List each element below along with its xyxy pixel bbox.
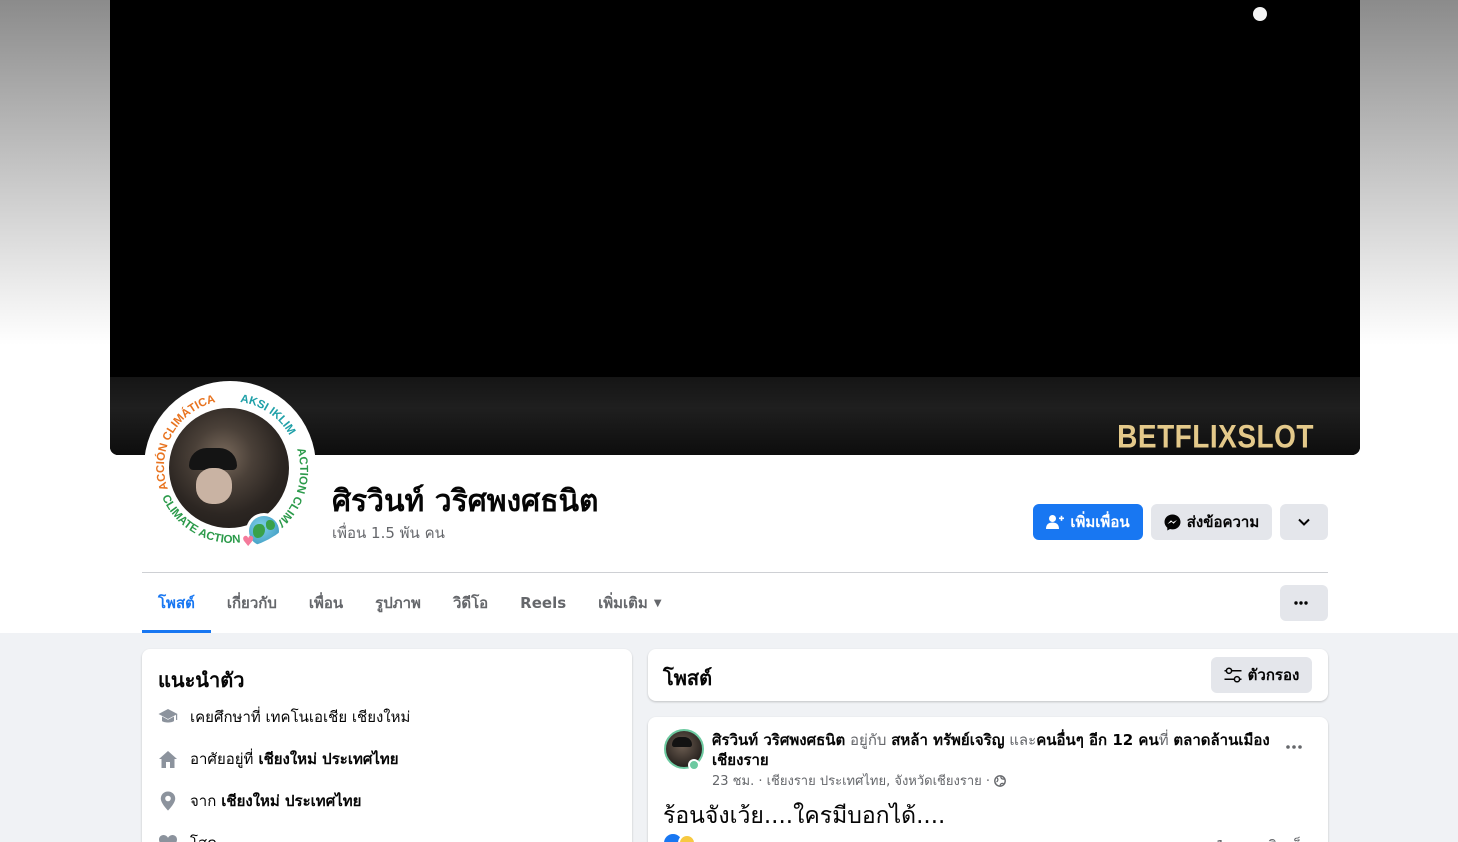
tab-photos[interactable]: รูปภาพ	[359, 573, 437, 633]
post-meta: 23 ชม. · เชียงราย ประเทศไทย, จังหวัดเชีย…	[712, 770, 1006, 791]
message-button[interactable]: ส่งข้อความ	[1151, 504, 1272, 540]
more-dots-icon	[1294, 601, 1308, 605]
intro-lives-prefix: อาศัยอยู่ที่	[190, 750, 254, 768]
intro-title: แนะนำตัว	[158, 668, 245, 692]
posts-header-card: โพสต์ ตัวกรอง	[648, 649, 1328, 701]
post-at-word: ที่	[1158, 731, 1169, 749]
message-label: ส่งข้อความ	[1186, 514, 1260, 531]
tab-reels[interactable]: Reels	[504, 573, 582, 633]
tab-photos-label: รูปภาพ	[375, 594, 421, 612]
post-options-button[interactable]	[1278, 735, 1310, 759]
home-icon	[158, 749, 178, 769]
intro-relationship-row: โสด	[158, 831, 217, 842]
profile-header: BETFLIXSLOT ACCIÓN CLIMÁTICA AKSI IKLIM …	[0, 0, 1458, 633]
avatar-frame-badge	[688, 759, 700, 771]
intro-lives-row: อาศัยอยู่ที่ เชียงใหม่ ประเทศไทย	[158, 747, 399, 771]
filter-label: ตัวกรอง	[1247, 666, 1300, 684]
tab-more[interactable]: เพิ่มเติม ▼	[582, 573, 677, 633]
tab-about[interactable]: เกี่ยวกับ	[211, 573, 293, 633]
haha-reaction-icon	[678, 834, 696, 842]
chevron-down-icon	[1298, 518, 1310, 526]
add-friend-icon	[1046, 515, 1065, 529]
tab-videos-label: วิดีโอ	[452, 594, 489, 612]
avatar-photo	[169, 408, 289, 528]
frame-heart-icon: ♥	[242, 534, 255, 549]
globe-icon	[994, 774, 1006, 787]
tab-reels-label: Reels	[520, 594, 567, 612]
tabs-more-options-button[interactable]	[1280, 585, 1328, 621]
post-card: ศิรวินท์ วริศพงศธนิต อยู่กับ สหล้า ทรัพย…	[648, 717, 1328, 842]
avatar-face	[196, 468, 232, 504]
friends-count[interactable]: เพื่อน 1.5 พัน คน	[332, 521, 445, 545]
post-meta-text[interactable]: 23 ชม. · เชียงราย ประเทศไทย, จังหวัดเชีย…	[712, 770, 990, 791]
tab-posts[interactable]: โพสต์	[142, 573, 211, 633]
post-reactions[interactable]	[664, 834, 696, 842]
post-others-link[interactable]: คนอื่นๆ อีก 12 คน	[1036, 731, 1159, 749]
post-with-word: อยู่กับ	[850, 731, 887, 749]
post-comment-count[interactable]: 1 ความคิดเห็น	[1216, 834, 1312, 842]
add-friend-label: เพิ่มเพื่อน	[1070, 514, 1130, 531]
avatar-frame: ACCIÓN CLIMÁTICA AKSI IKLIM ACTION CLIMA…	[148, 385, 312, 549]
tab-about-label: เกี่ยวกับ	[226, 594, 277, 612]
intro-card: แนะนำตัว เคยศึกษาที่ เทคโนเอเชีย เชียงให…	[142, 649, 632, 842]
intro-from-row: จาก เชียงใหม่ ประเทศไทย	[158, 789, 361, 813]
post-and-word: และ	[1009, 731, 1037, 749]
profile-avatar[interactable]: ACCIÓN CLIMÁTICA AKSI IKLIM ACTION CLIMA…	[144, 381, 316, 553]
post-header-text: ศิรวินท์ วริศพงศธนิต อยู่กับ สหล้า ทรัพย…	[712, 730, 1282, 770]
tab-videos[interactable]: วิดีโอ	[437, 573, 504, 633]
post-author-link[interactable]: ศิรวินท์ วริศพงศธนิต	[712, 731, 845, 749]
location-pin-icon	[158, 791, 178, 811]
more-dots-icon	[1286, 745, 1302, 749]
intro-education-text[interactable]: เคยศึกษาที่ เทคโนเอเชีย เชียงใหม่	[190, 705, 410, 729]
tab-friends[interactable]: เพื่อน	[293, 573, 359, 633]
profile-more-button[interactable]	[1280, 504, 1328, 540]
cover-brand-text: BETFLIXSLOT	[1117, 418, 1314, 455]
add-friend-button[interactable]: เพิ่มเพื่อน	[1033, 504, 1143, 540]
intro-education-row: เคยศึกษาที่ เทคโนเอเชีย เชียงใหม่	[158, 705, 410, 729]
post-text: ร้อนจังเว้ย....ใครมีบอกได้....	[663, 803, 946, 829]
posts-title: โพสต์	[663, 666, 713, 690]
profile-tabs: โพสต์ เกี่ยวกับ เพื่อน รูปภาพ วิดีโอ Ree…	[142, 573, 678, 633]
tab-posts-label: โพสต์	[158, 594, 195, 612]
messenger-icon	[1164, 514, 1181, 530]
graduation-cap-icon	[158, 707, 178, 727]
intro-relationship-text: โสด	[190, 831, 217, 842]
post-tagged-link[interactable]: สหล้า ทรัพย์เจริญ	[891, 731, 1004, 749]
caret-down-icon: ▼	[653, 597, 662, 609]
tab-friends-label: เพื่อน	[308, 594, 344, 612]
cover-light-dot	[1253, 7, 1267, 21]
filter-button[interactable]: ตัวกรอง	[1211, 657, 1312, 693]
tab-more-label: เพิ่มเติม	[598, 594, 648, 612]
intro-from-value[interactable]: เชียงใหม่ ประเทศไทย	[221, 789, 361, 813]
profile-name: ศิรวินท์ วริศพงศธนิต	[332, 484, 599, 519]
filter-sliders-icon	[1224, 667, 1242, 683]
intro-lives-value[interactable]: เชียงใหม่ ประเทศไทย	[258, 747, 398, 771]
avatar-cap	[189, 448, 237, 470]
intro-from-prefix: จาก	[190, 792, 217, 810]
heart-icon	[158, 833, 178, 842]
